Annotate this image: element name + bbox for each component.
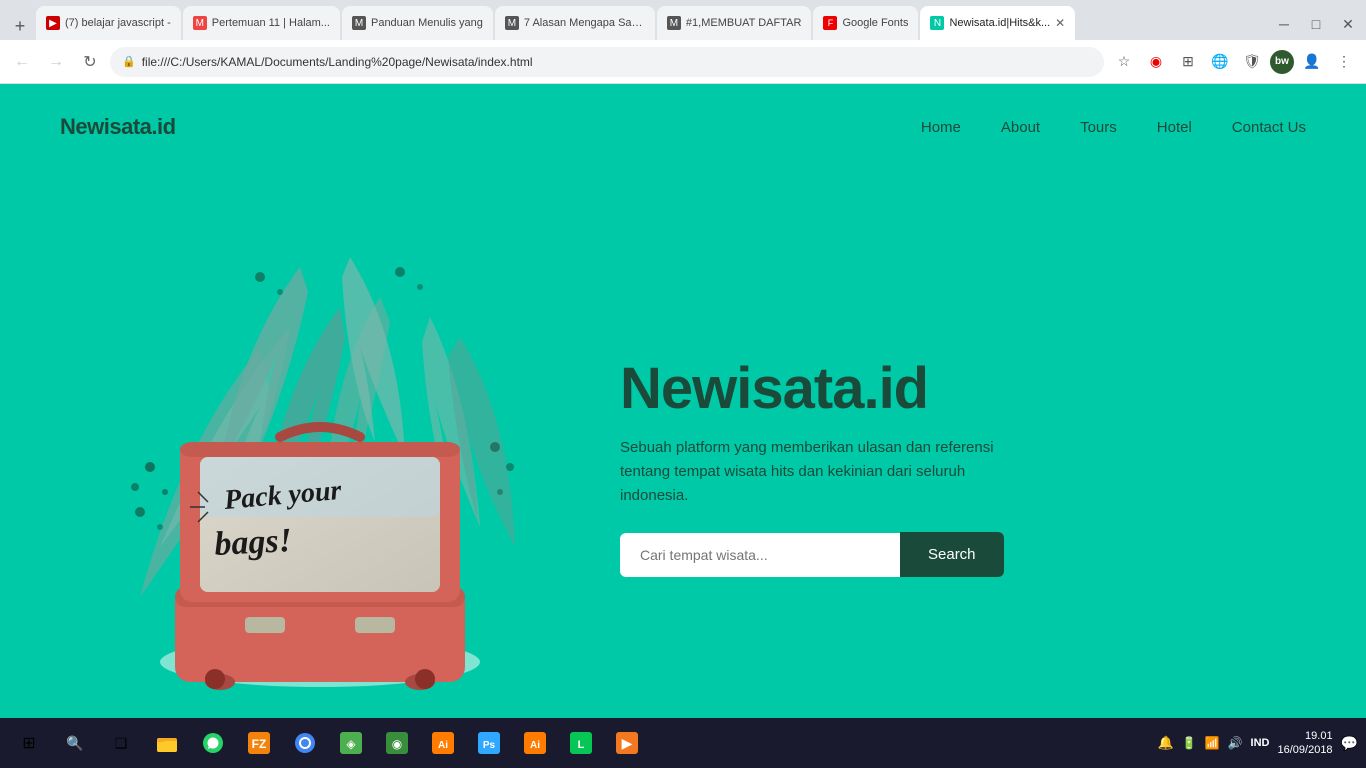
tab-2[interactable]: M Pertemuan 11 | Halam... xyxy=(183,6,340,40)
toolbar-icons: ☆ ◉ ⊞ 🌐 🛡 bw 👤 ⋮ xyxy=(1110,48,1358,76)
new-tab-button[interactable]: + xyxy=(6,12,34,40)
search-input[interactable] xyxy=(620,533,900,577)
opera-icon[interactable]: ◉ xyxy=(1142,48,1170,76)
svg-text:bags!: bags! xyxy=(213,522,292,563)
tab-favicon-4: M xyxy=(505,16,519,30)
extension-button[interactable]: ⊞ xyxy=(1174,48,1202,76)
profile-icon[interactable]: bw xyxy=(1270,50,1294,74)
hero-illustration: Pack your bags! xyxy=(60,227,580,707)
vpn-button[interactable]: 🌐 xyxy=(1206,48,1234,76)
taskbar-date-value: 16/09/2018 xyxy=(1278,743,1333,757)
taskbar-wifi-icon: 📶 xyxy=(1205,736,1220,750)
chrome-button[interactable] xyxy=(284,722,326,764)
taskbar-volume-icon: 🔊 xyxy=(1228,736,1243,750)
website-content: Newisata.id Home About Tours Hotel Conta… xyxy=(0,84,1366,768)
tab-7-active[interactable]: N Newisata.id|Hits&k... ✕ xyxy=(920,6,1075,40)
file-explorer-button[interactable] xyxy=(146,722,188,764)
app-green2-button[interactable]: ◉ xyxy=(376,722,418,764)
site-logo: Newisata.id xyxy=(60,114,176,140)
hero-section: Pack your bags! Newisata.id Sebuah platf… xyxy=(0,160,1366,754)
suitcase-illustration: Pack your bags! xyxy=(60,247,540,707)
nav-tours[interactable]: Tours xyxy=(1080,119,1117,136)
svg-text:▶: ▶ xyxy=(622,735,633,751)
hero-subtitle: Sebuah platform yang memberikan ulasan d… xyxy=(620,436,1000,508)
svg-text:L: L xyxy=(578,739,585,751)
tab-favicon-1: ▶ xyxy=(46,16,60,30)
photoshop-button[interactable]: Ps xyxy=(468,722,510,764)
tab-favicon-5: M xyxy=(667,16,681,30)
back-button[interactable]: ← xyxy=(8,48,36,76)
app-green1-button[interactable]: ◈ xyxy=(330,722,372,764)
tab-close-button[interactable]: ✕ xyxy=(1055,16,1065,30)
browser-window: + ▶ (7) belajar javascript - M Pertemuan… xyxy=(0,0,1366,768)
account-button[interactable]: 👤 xyxy=(1298,48,1326,76)
lock-icon: 🔒 xyxy=(122,55,136,68)
nav-links: Home About Tours Hotel Contact Us xyxy=(921,119,1306,136)
tab-4[interactable]: M 7 Alasan Mengapa Say... xyxy=(495,6,655,40)
tab-favicon-3: M xyxy=(352,16,366,30)
nav-about[interactable]: About xyxy=(1001,119,1040,136)
tab-favicon-6: F xyxy=(823,16,837,30)
search-button[interactable]: Search xyxy=(900,532,1004,577)
vlc-button[interactable]: ▶ xyxy=(606,722,648,764)
tab-1[interactable]: ▶ (7) belajar javascript - xyxy=(36,6,181,40)
svg-text:Ps: Ps xyxy=(483,740,496,751)
tab-bar: + ▶ (7) belajar javascript - M Pertemuan… xyxy=(0,0,1366,40)
filezilla-button[interactable]: FZ xyxy=(238,722,280,764)
svg-text:◈: ◈ xyxy=(346,737,356,751)
nav-home[interactable]: Home xyxy=(921,119,961,136)
svg-text:FZ: FZ xyxy=(252,737,267,751)
hero-title: Newisata.id xyxy=(620,357,1306,421)
nav-hotel[interactable]: Hotel xyxy=(1157,119,1192,136)
tab-label-5: #1,MEMBUAT DAFTAR xyxy=(686,17,802,29)
tab-3[interactable]: M Panduan Menulis yang xyxy=(342,6,493,40)
svg-text:Ai: Ai xyxy=(530,740,540,751)
taskbar-search-button[interactable]: 🔍 xyxy=(54,722,96,764)
tab-favicon-7: N xyxy=(930,16,944,30)
bookmark-button[interactable]: ☆ xyxy=(1110,48,1138,76)
url-text: file:///C:/Users/KAMAL/Documents/Landing… xyxy=(142,55,1092,69)
illustrator2-button[interactable]: Ai xyxy=(514,722,556,764)
shield-button[interactable]: 🛡 xyxy=(1238,48,1266,76)
taskbar-time-value: 19.01 xyxy=(1278,729,1333,743)
taskbar-notification-icon: 🔔 xyxy=(1158,735,1174,751)
whatsapp-button[interactable] xyxy=(192,722,234,764)
taskbar-language: IND xyxy=(1251,737,1270,749)
window-minimize-button[interactable]: ─ xyxy=(1272,12,1296,36)
task-view-button[interactable]: ❑ xyxy=(100,722,142,764)
taskbar-right: 🔔 🔋 📶 🔊 IND 19.01 16/09/2018 💬 xyxy=(1158,729,1359,758)
menu-button[interactable]: ⋮ xyxy=(1330,48,1358,76)
reload-button[interactable]: ↻ xyxy=(76,48,104,76)
taskbar-battery-icon: 🔋 xyxy=(1182,736,1197,750)
tab-label-6: Google Fonts xyxy=(842,17,908,29)
window-close-button[interactable]: ✕ xyxy=(1336,12,1360,36)
tab-label-3: Panduan Menulis yang xyxy=(371,17,483,29)
tab-favicon-2: M xyxy=(193,16,207,30)
tab-5[interactable]: M #1,MEMBUAT DAFTAR xyxy=(657,6,812,40)
address-bar: ← → ↻ 🔒 file:///C:/Users/KAMAL/Documents… xyxy=(0,40,1366,84)
tab-label-2: Pertemuan 11 | Halam... xyxy=(212,17,330,29)
taskbar: ⊞ 🔍 ❑ FZ ◈ ◉ Ai Ps Ai L xyxy=(0,718,1366,768)
taskbar-clock: 19.01 16/09/2018 xyxy=(1278,729,1333,758)
line-button[interactable]: L xyxy=(560,722,602,764)
start-button[interactable]: ⊞ xyxy=(8,722,50,764)
tab-label-1: (7) belajar javascript - xyxy=(65,17,171,29)
tab-label-4: 7 Alasan Mengapa Say... xyxy=(524,17,645,29)
tab-label-7: Newisata.id|Hits&k... xyxy=(949,17,1050,29)
svg-text:◉: ◉ xyxy=(392,737,402,751)
forward-button[interactable]: → xyxy=(42,48,70,76)
tab-6[interactable]: F Google Fonts xyxy=(813,6,918,40)
search-bar: Search xyxy=(620,532,1306,577)
svg-text:Ai: Ai xyxy=(438,740,448,751)
url-bar[interactable]: 🔒 file:///C:/Users/KAMAL/Documents/Landi… xyxy=(110,47,1104,77)
notification-center-icon[interactable]: 💬 xyxy=(1341,735,1358,752)
site-navigation: Newisata.id Home About Tours Hotel Conta… xyxy=(0,84,1366,160)
hero-content: Newisata.id Sebuah platform yang memberi… xyxy=(580,357,1306,578)
nav-contact[interactable]: Contact Us xyxy=(1232,119,1306,136)
illustrator-button[interactable]: Ai xyxy=(422,722,464,764)
window-maximize-button[interactable]: □ xyxy=(1304,12,1328,36)
